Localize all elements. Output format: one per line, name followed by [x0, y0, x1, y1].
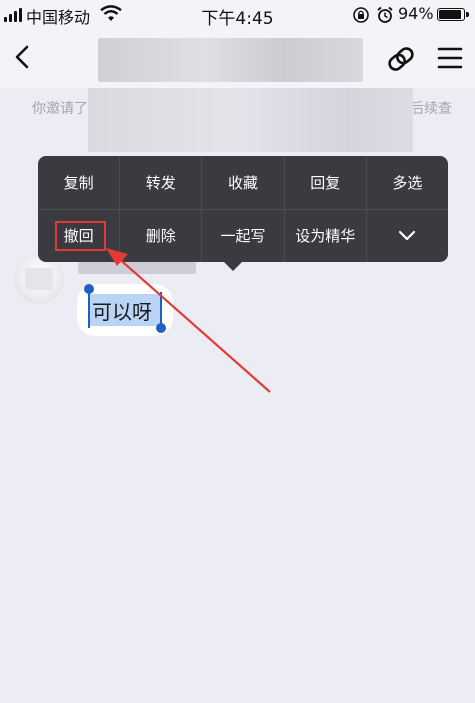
context-menu-pointer: [224, 262, 242, 271]
menu-item-more[interactable]: [367, 209, 448, 262]
menu-item-copy[interactable]: 复制: [38, 156, 121, 209]
chat-title-redacted: [98, 38, 363, 82]
menu-item-cowrite[interactable]: 一起写: [202, 209, 285, 262]
nav-bar: [0, 30, 475, 88]
menu-item-forward[interactable]: 转发: [120, 156, 203, 209]
chevron-left-icon[interactable]: [8, 42, 38, 72]
message-text[interactable]: 可以呀: [92, 296, 152, 325]
menu-item-set-featured[interactable]: 设为精华: [285, 209, 367, 262]
share-link-icon[interactable]: [384, 42, 418, 76]
alarm-icon: [377, 6, 393, 23]
context-menu-row-1: 复制 转发 收藏 回复 多选: [38, 156, 448, 209]
chevron-down-icon: [399, 230, 416, 240]
menu-item-reply[interactable]: 回复: [285, 156, 367, 209]
battery-percent: 94%: [398, 4, 434, 23]
selection-end-knob[interactable]: [156, 323, 166, 333]
invite-notice-right: 后续查: [410, 101, 452, 117]
invite-notice-left: 你邀请了: [32, 101, 88, 117]
menu-item-favorite[interactable]: 收藏: [202, 156, 285, 209]
sender-name-redacted: [78, 262, 196, 274]
status-bar: 中国移动 下午4:45 94%: [0, 0, 475, 30]
battery-icon: [437, 8, 469, 21]
menu-item-multiselect[interactable]: 多选: [367, 156, 448, 209]
selection-start-handle[interactable]: [88, 290, 90, 328]
recall-highlight-box: [55, 221, 106, 251]
menu-item-delete[interactable]: 删除: [120, 209, 203, 262]
orientation-lock-icon: [353, 7, 369, 23]
notice-redacted-area: [88, 88, 413, 152]
hamburger-menu-icon[interactable]: [436, 44, 464, 72]
selection-start-knob[interactable]: [84, 284, 94, 294]
